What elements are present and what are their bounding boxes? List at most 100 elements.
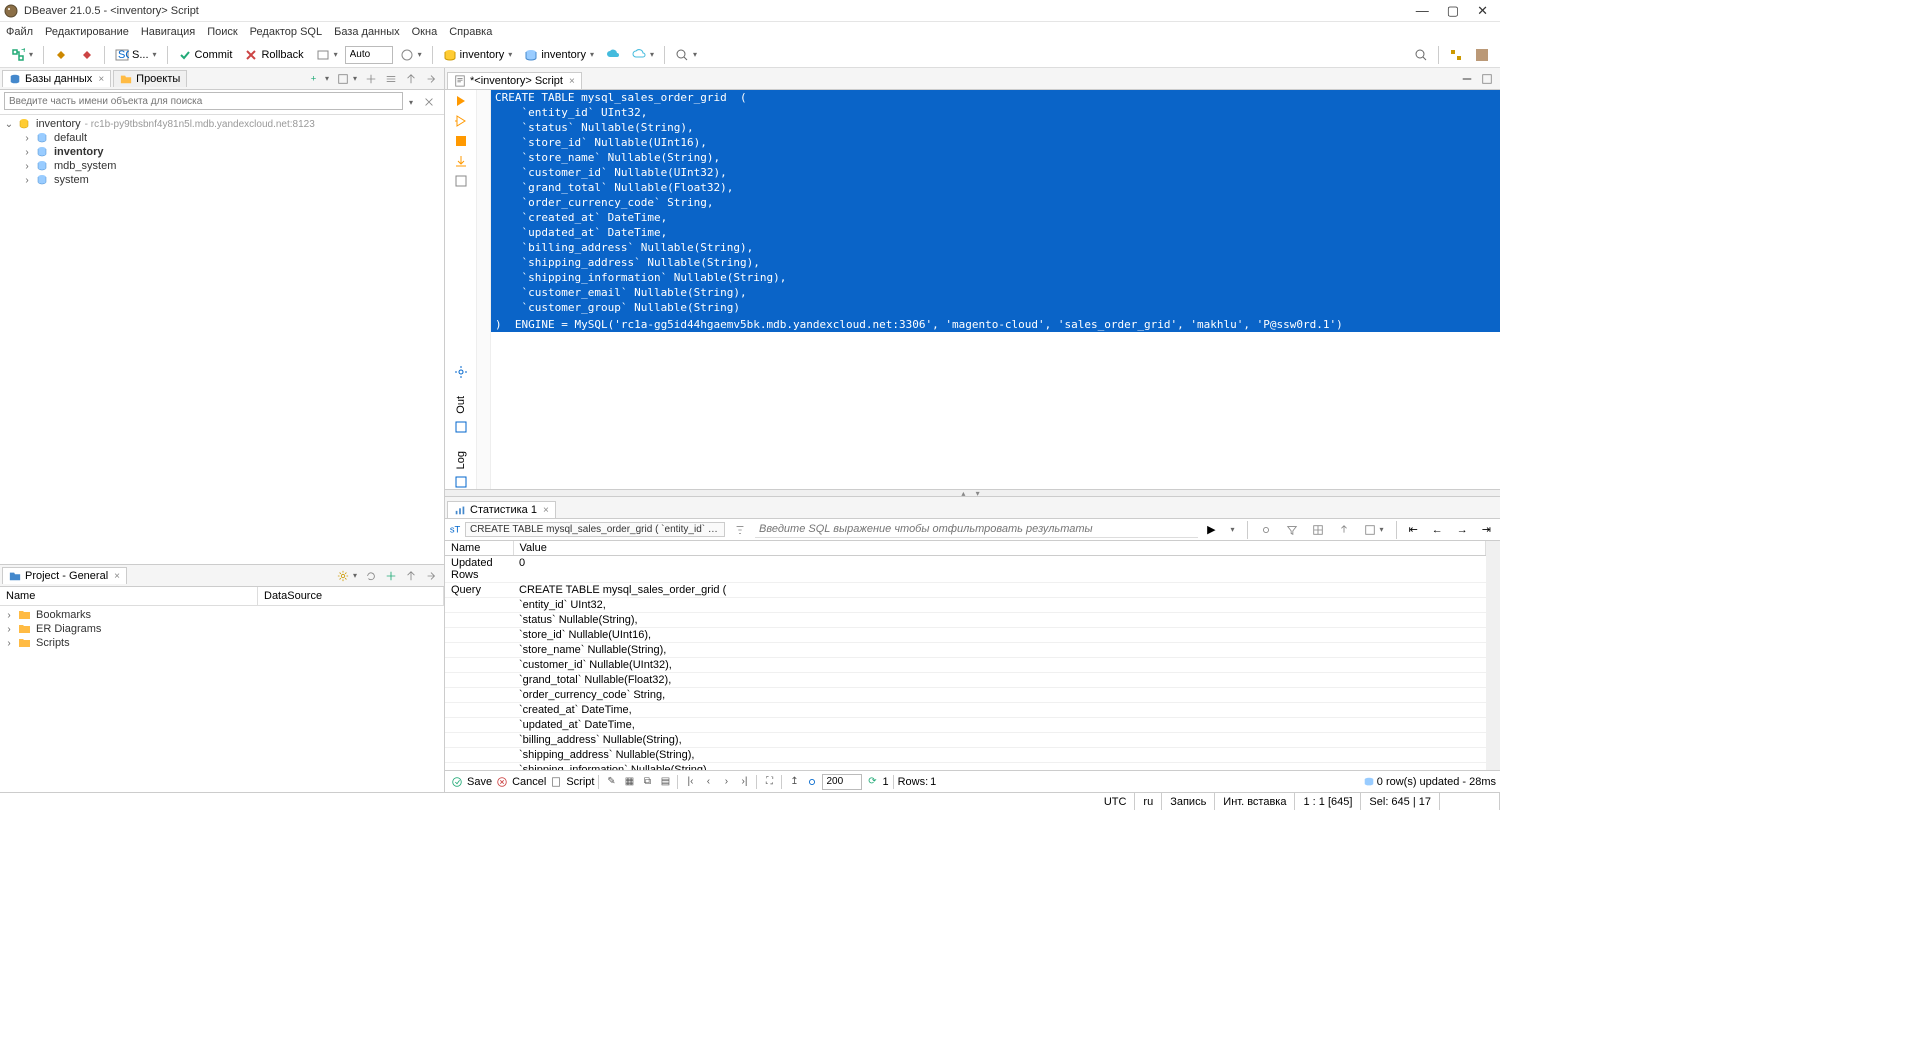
expand-icon[interactable]: ›: [22, 147, 32, 158]
expand-icon[interactable]: ›: [4, 624, 14, 635]
nav-first-icon[interactable]: ⇤: [1404, 520, 1423, 540]
search-button[interactable]: ▾: [670, 45, 702, 65]
maximize-view-icon[interactable]: [1478, 69, 1496, 89]
tab-project[interactable]: Project - General ×: [2, 567, 127, 584]
gear-icon[interactable]: [1255, 520, 1277, 540]
collapse-icon[interactable]: [402, 69, 420, 89]
gear-icon[interactable]: [804, 774, 820, 790]
status-mode2[interactable]: Инт. вставка: [1215, 793, 1295, 810]
out-icon[interactable]: [454, 420, 468, 434]
close-icon[interactable]: ×: [569, 76, 575, 87]
tree-item-system[interactable]: › system: [0, 173, 444, 187]
code-line[interactable]: `order_currency_code` String,: [491, 195, 1500, 210]
expand-icon[interactable]: ›: [4, 610, 14, 621]
commit-button[interactable]: Commit: [173, 45, 238, 65]
code-line[interactable]: `shipping_information` Nullable(String),: [491, 270, 1500, 285]
table-row[interactable]: `grand_total` Nullable(Float32),: [445, 673, 1486, 688]
col-value[interactable]: Value: [513, 541, 1486, 556]
apply-filter-icon[interactable]: ▶: [1202, 520, 1220, 540]
search-clear[interactable]: [418, 92, 440, 112]
dup-row-icon[interactable]: ⧉: [639, 774, 655, 790]
close-icon[interactable]: ×: [114, 571, 120, 582]
cancel-icon[interactable]: [494, 774, 510, 790]
menu-database[interactable]: База данных: [334, 26, 400, 38]
panels-icon[interactable]: ▾: [1359, 520, 1389, 540]
table-row[interactable]: `created_at` DateTime,: [445, 703, 1486, 718]
load-icon[interactable]: [454, 154, 468, 168]
panel-icon-2[interactable]: [362, 69, 380, 89]
nav-last-icon[interactable]: ⇥: [1477, 520, 1496, 540]
execute-script-icon[interactable]: [454, 114, 468, 128]
script-icon[interactable]: [548, 774, 564, 790]
grid-icon[interactable]: [1307, 520, 1329, 540]
menu-sql[interactable]: Редактор SQL: [250, 26, 322, 38]
status-tz[interactable]: UTC: [1096, 793, 1136, 810]
filter-dropdown[interactable]: ▾: [1225, 520, 1240, 540]
rollback-button[interactable]: Rollback: [239, 45, 308, 65]
filter-input[interactable]: [755, 522, 1198, 538]
table-row[interactable]: `store_name` Nullable(String),: [445, 643, 1486, 658]
panel-icon-1[interactable]: ▾: [334, 69, 360, 89]
expand-icon[interactable]: ›: [22, 175, 32, 186]
tree-root[interactable]: ⌄ inventory - rc1b-py9tbsbnf4y81n5l.mdb.…: [0, 117, 444, 131]
explain-icon[interactable]: [454, 134, 468, 148]
script-label[interactable]: Script: [566, 776, 594, 788]
scrollbar[interactable]: [1486, 541, 1500, 770]
tx-log-button[interactable]: ▾: [395, 45, 427, 65]
status-mode1[interactable]: Запись: [1162, 793, 1215, 810]
del-row-icon[interactable]: ▤: [657, 774, 673, 790]
close-button[interactable]: ✕: [1477, 3, 1488, 19]
refresh-icon[interactable]: ⟳: [864, 774, 880, 790]
tree-item-mdb-system[interactable]: › mdb_system: [0, 159, 444, 173]
project-item-bookmarks[interactable]: › Bookmarks: [0, 608, 444, 622]
table-row[interactable]: `shipping_address` Nullable(String),: [445, 748, 1486, 763]
table-row[interactable]: `billing_address` Nullable(String),: [445, 733, 1486, 748]
gear-icon[interactable]: ▾: [334, 566, 360, 586]
code-line[interactable]: CREATE TABLE mysql_sales_order_grid (: [491, 90, 1500, 105]
table-row[interactable]: Updated Rows0: [445, 556, 1486, 583]
code-line[interactable]: `store_name` Nullable(String),: [491, 150, 1500, 165]
code-line[interactable]: `grand_total` Nullable(Float32),: [491, 180, 1500, 195]
datasource-select[interactable]: inventory▾: [438, 45, 518, 65]
refresh-icon[interactable]: [362, 566, 380, 586]
nav-prev-icon[interactable]: ←: [1427, 520, 1448, 540]
code-area[interactable]: CREATE TABLE mysql_sales_order_grid ( `e…: [491, 90, 1500, 489]
code-line[interactable]: `updated_at` DateTime,: [491, 225, 1500, 240]
nav-next-icon[interactable]: →: [1452, 520, 1473, 540]
code-line[interactable]: `billing_address` Nullable(String),: [491, 240, 1500, 255]
execute-icon[interactable]: [454, 94, 468, 108]
search-icon[interactable]: [1409, 45, 1433, 65]
search-dropdown[interactable]: ▾: [403, 92, 418, 112]
link-icon[interactable]: [422, 69, 440, 89]
maximize-button[interactable]: ▢: [1447, 3, 1459, 19]
table-row[interactable]: QueryCREATE TABLE mysql_sales_order_grid…: [445, 583, 1486, 598]
export-icon[interactable]: ↥: [786, 774, 802, 790]
save-icon[interactable]: [449, 774, 465, 790]
code-line[interactable]: `customer_id` Nullable(UInt32),: [491, 165, 1500, 180]
page-size-input[interactable]: [822, 774, 862, 790]
minimize-view-icon[interactable]: [1458, 69, 1476, 89]
query-chip[interactable]: CREATE TABLE mysql_sales_order_grid ( `e…: [465, 522, 725, 537]
table-row[interactable]: `customer_id` Nullable(UInt32),: [445, 658, 1486, 673]
expand-icon[interactable]: ›: [22, 133, 32, 144]
menu-navigate[interactable]: Навигация: [141, 26, 195, 38]
tx-button[interactable]: ▾: [311, 45, 343, 65]
cancel-label[interactable]: Cancel: [512, 776, 546, 788]
table-row[interactable]: `shipping_information` Nullable(String),: [445, 763, 1486, 771]
link-icon[interactable]: [422, 566, 440, 586]
tree-item-inventory[interactable]: › inventory: [0, 145, 444, 159]
tx-mode-select[interactable]: [345, 46, 393, 64]
horizontal-splitter[interactable]: [445, 489, 1500, 497]
gear-icon[interactable]: [454, 365, 468, 379]
next-icon[interactable]: ›: [718, 774, 734, 790]
table-row[interactable]: `order_currency_code` String,: [445, 688, 1486, 703]
code-line[interactable]: `entity_id` UInt32,: [491, 105, 1500, 120]
menu-window[interactable]: Окна: [412, 26, 438, 38]
tree-item-default[interactable]: › default: [0, 131, 444, 145]
perspective-button-2[interactable]: [1470, 45, 1494, 65]
table-row[interactable]: `status` Nullable(String),: [445, 613, 1486, 628]
project-item-er[interactable]: › ER Diagrams: [0, 622, 444, 636]
tab-statistics[interactable]: Статистика 1 ×: [447, 501, 556, 518]
tab-projects[interactable]: Проекты: [113, 70, 187, 87]
cloud-button-2[interactable]: ▾: [627, 45, 659, 65]
